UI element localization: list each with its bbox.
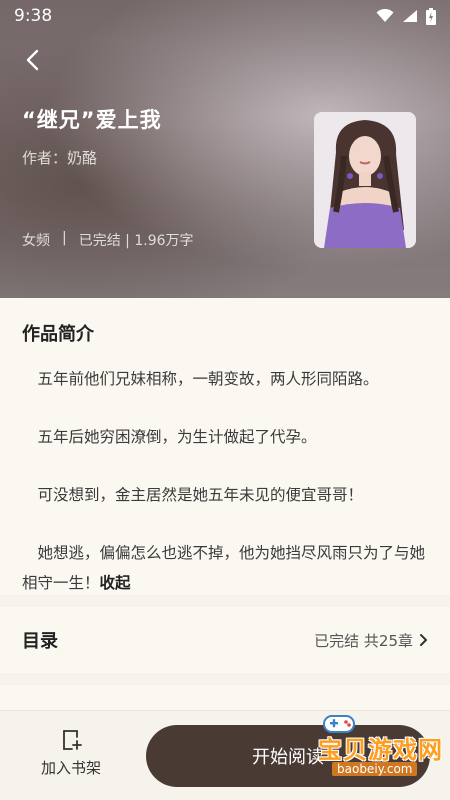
intro-heading: 作品简介 — [22, 324, 94, 345]
book-title: “继兄”爱上我 — [22, 108, 162, 132]
collapse-link[interactable]: 收起 — [100, 574, 131, 592]
bottom-action-bar: 加入书架 开始阅读 — [0, 710, 450, 800]
back-button[interactable] — [18, 46, 46, 74]
intro-section: 作品简介 五年前他们兄妹相称，一朝变故，两人形同陌路。 五年后她穷困潦倒，为生计… — [0, 298, 450, 595]
intro-paragraph: 五年后她穷困潦倒，为生计做起了代孕。 — [37, 428, 317, 446]
intro-paragraph-text: 她想逃，偏偏怎么也逃不掉，他为她挡尽风雨只为了与她相守一生！ — [22, 544, 426, 592]
signal-icon — [403, 10, 417, 22]
battery-icon — [426, 7, 436, 25]
intro-paragraph: 五年前他们兄妹相称，一朝变故，两人形同陌路。 — [37, 370, 379, 388]
meta-separator: | — [62, 230, 67, 246]
book-meta: 女频 | 已完结 | 1.96万字 — [22, 230, 194, 250]
status-bar: 9:38 — [0, 0, 450, 32]
toc-heading: 目录 — [22, 631, 58, 652]
add-bookshelf-icon — [63, 730, 82, 750]
cover-illustration — [314, 112, 416, 248]
book-author: 作者：奶酪 — [22, 149, 98, 167]
book-category: 女频 — [22, 233, 50, 249]
add-to-shelf-label: 加入书架 — [40, 759, 101, 777]
status-icons — [376, 7, 436, 25]
status-time: 9:38 — [14, 6, 53, 26]
intro-body: 五年前他们兄妹相称，一朝变故，两人形同陌路。 五年后她穷困潦倒，为生计做起了代孕… — [22, 364, 432, 598]
intro-paragraph-last: 她想逃，偏偏怎么也逃不掉，他为她挡尽风雨只为了与她相守一生！收起 — [22, 538, 432, 598]
book-cover[interactable] — [314, 112, 416, 248]
table-of-contents-row[interactable]: 目录 已完结 共25章 — [0, 607, 450, 673]
book-status-words: 已完结 | 1.96万字 — [78, 233, 194, 249]
toc-status: 已完结 共25章 — [314, 631, 413, 650]
start-reading-button[interactable]: 开始阅读 — [146, 725, 430, 787]
book-header: 9:38 “继兄”爱上我 作者：奶酪 女频 | 已完结 | 1.96万字 — [0, 0, 450, 298]
add-to-shelf-button[interactable]: 加入书架 — [28, 729, 114, 789]
chevron-left-icon — [26, 49, 39, 71]
wifi-icon — [376, 9, 394, 22]
intro-paragraph: 可没想到，金主居然是她五年未见的便宜哥哥！ — [37, 486, 364, 504]
chevron-right-icon — [420, 634, 427, 646]
